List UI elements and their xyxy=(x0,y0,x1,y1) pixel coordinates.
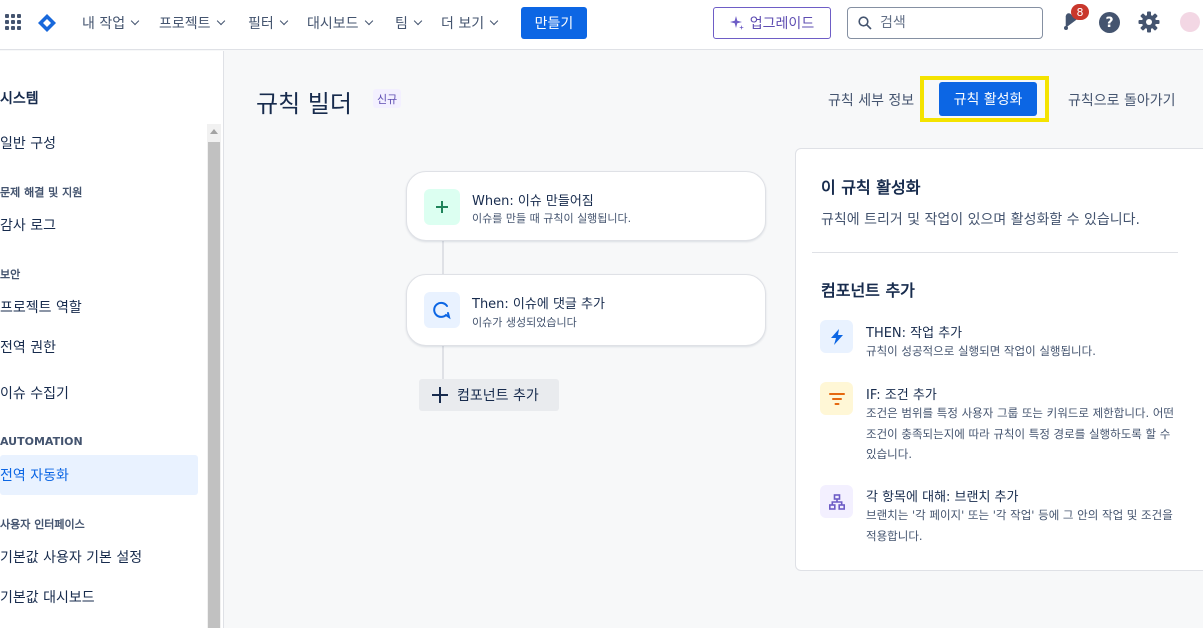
new-lozenge: 신규 xyxy=(373,89,402,108)
upgrade-label: 업그레이드 xyxy=(749,16,815,32)
search-icon xyxy=(858,16,872,30)
nav-dashboards-label: 대시보드 xyxy=(307,16,359,32)
nav-filters[interactable]: 필터 xyxy=(248,13,289,33)
sidebar-item-global-automation[interactable]: 전역 자동화 xyxy=(0,465,69,485)
nav-filters-label: 필터 xyxy=(248,16,274,32)
jira-logo[interactable] xyxy=(38,14,56,32)
sidebar-section-heading: 문제 해결 및 지원 xyxy=(0,186,83,199)
flow-connector xyxy=(442,241,444,275)
option-if-description: 조건은 범위를 특정 사용자 그룹 또는 키워드로 제한합니다. 어떤 조건이 … xyxy=(866,406,1174,461)
nav-dashboards[interactable]: 대시보드 xyxy=(307,13,373,33)
panel-description: 규칙에 트리거 및 작업이 있으며 활성화할 수 있습니다. xyxy=(821,212,1140,228)
help-icon[interactable]: ? xyxy=(1099,12,1120,33)
activate-rule-button[interactable]: 규칙 활성화 xyxy=(939,82,1037,116)
sidebar-item-general[interactable]: 일반 구성 xyxy=(0,133,56,153)
sidebar-scroll-thumb[interactable] xyxy=(208,142,220,628)
trigger-card[interactable]: When: 이슈 만들어짐 이슈를 만들 때 규칙이 실행됩니다. xyxy=(406,171,766,241)
chevron-down-icon xyxy=(489,16,499,26)
sidebar-section-heading: 보안 xyxy=(0,268,21,281)
chevron-down-icon xyxy=(130,16,140,26)
search-box[interactable] xyxy=(847,7,1043,39)
rule-details-link[interactable]: 규칙 세부 정보 xyxy=(828,90,914,110)
sidebar-title: 시스템 xyxy=(0,91,39,107)
nav-projects[interactable]: 프로젝트 xyxy=(159,13,225,33)
search-input[interactable] xyxy=(880,15,1030,31)
nav-more-label: 더 보기 xyxy=(441,16,485,32)
action-title: Then: 이슈에 댓글 추가 xyxy=(472,297,605,312)
option-if-title[interactable]: IF: 조건 추가 xyxy=(866,384,937,403)
option-then-title[interactable]: THEN: 작업 추가 xyxy=(866,322,962,341)
option-branch-title[interactable]: 각 항목에 대해: 브랜치 추가 xyxy=(866,486,1018,505)
page-title: 규칙 빌더 xyxy=(256,90,352,118)
lightning-icon xyxy=(820,320,853,353)
sidebar-item-default-user-preferences[interactable]: 기본값 사용자 기본 설정 xyxy=(0,547,142,567)
trigger-description: 이슈를 만들 때 규칙이 실행됩니다. xyxy=(472,212,632,225)
sidebar-item-project-roles[interactable]: 프로젝트 역할 xyxy=(0,297,82,317)
sidebar-section-heading: 사용자 인터페이스 xyxy=(0,518,85,531)
sidebar-item-global-permissions[interactable]: 전역 권한 xyxy=(0,337,56,357)
chevron-down-icon xyxy=(413,16,423,26)
action-card[interactable]: Then: 이슈에 댓글 추가 이슈가 생성되었습니다 xyxy=(406,274,766,346)
add-component-label: 컴포넌트 추가 xyxy=(457,388,539,404)
nav-my-work[interactable]: 내 작업 xyxy=(82,13,140,33)
nav-teams-label: 팀 xyxy=(395,16,408,32)
sidebar-section-heading: AUTOMATION xyxy=(0,435,83,448)
top-navigation: 내 작업 프로젝트 필터 대시보드 팀 더 보기 만들기 업그레이드 8 ? xyxy=(0,0,1203,50)
upgrade-button[interactable]: 업그레이드 xyxy=(713,7,831,39)
chevron-down-icon xyxy=(279,16,289,26)
comment-icon xyxy=(424,292,460,328)
activation-panel: 이 규칙 활성화 규칙에 트리거 및 작업이 있으며 활성화할 수 있습니다. … xyxy=(795,148,1203,571)
option-branch-description: 브랜치는 '각 페이지' 또는 '각 작업' 등에 그 안의 작업 및 조건을 … xyxy=(866,508,1173,543)
nav-more[interactable]: 더 보기 xyxy=(441,13,499,33)
nav-projects-label: 프로젝트 xyxy=(159,16,211,32)
admin-sidebar: 시스템 일반 구성 문제 해결 및 지원 감사 로그 보안 프로젝트 역할 전역… xyxy=(0,51,224,628)
back-to-rules-link[interactable]: 규칙으로 돌아가기 xyxy=(1068,90,1176,110)
notification-badge: 8 xyxy=(1071,4,1089,20)
sparkle-icon xyxy=(729,16,744,30)
sidebar-item-default-dashboard[interactable]: 기본값 대시보드 xyxy=(0,587,95,607)
branch-icon xyxy=(820,485,853,518)
sidebar-item-audit-log[interactable]: 감사 로그 xyxy=(0,215,56,235)
filter-icon xyxy=(820,382,853,415)
gear-icon[interactable] xyxy=(1138,11,1160,33)
chevron-down-icon xyxy=(364,16,373,26)
panel-heading: 이 규칙 활성화 xyxy=(821,178,921,197)
plus-icon xyxy=(424,189,460,225)
create-button[interactable]: 만들기 xyxy=(521,7,587,39)
sidebar-item-issue-collector[interactable]: 이슈 수집기 xyxy=(0,383,69,403)
nav-teams[interactable]: 팀 xyxy=(395,13,423,33)
plus-icon xyxy=(432,387,448,403)
chevron-down-icon xyxy=(216,16,225,26)
add-component-heading: 컴포넌트 추가 xyxy=(821,281,915,300)
trigger-title: When: 이슈 만들어짐 xyxy=(472,194,594,209)
action-description: 이슈가 생성되었습니다 xyxy=(472,316,577,329)
flow-connector xyxy=(442,346,444,380)
nav-my-work-label: 내 작업 xyxy=(82,16,126,32)
app-switcher-icon[interactable] xyxy=(5,14,21,30)
add-component-button[interactable]: 컴포넌트 추가 xyxy=(419,379,559,411)
scroll-up-arrow-icon[interactable] xyxy=(210,129,218,134)
option-then-description: 규칙이 성공적으로 실행되면 작업이 실행됩니다. xyxy=(866,344,1096,358)
avatar[interactable] xyxy=(1180,12,1200,32)
panel-divider xyxy=(812,252,1178,253)
